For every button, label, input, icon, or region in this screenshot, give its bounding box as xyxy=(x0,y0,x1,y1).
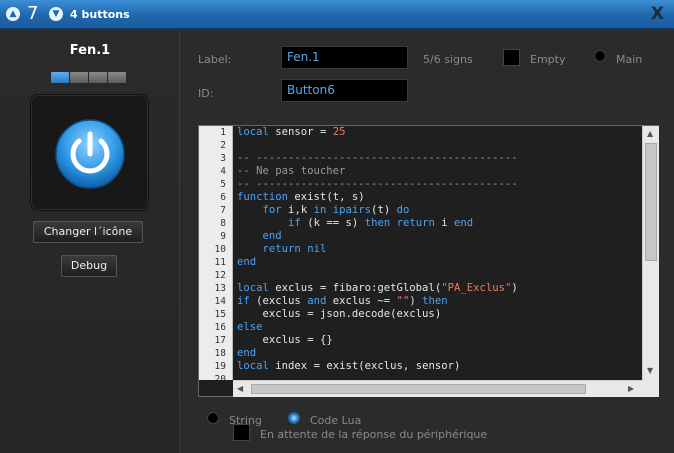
window-title: 4 buttons xyxy=(70,8,130,21)
horizontal-scrollbar[interactable]: ◀ ▶ xyxy=(233,380,642,397)
state-segment xyxy=(70,72,88,83)
code-editor[interactable]: 123456789101112131415161718192021 local … xyxy=(198,125,659,397)
code-line[interactable]: end xyxy=(237,230,640,243)
code-line[interactable]: -- Ne pas toucher xyxy=(237,165,640,178)
code-line[interactable]: if (exclus and exclus ~= "") then xyxy=(237,295,640,308)
code-line[interactable] xyxy=(237,373,640,380)
waiting-checkbox[interactable] xyxy=(233,424,250,441)
device-icon-frame xyxy=(30,94,149,211)
state-segment xyxy=(89,72,107,83)
line-number: 6 xyxy=(220,192,226,203)
code-line[interactable]: -- -------------------------------------… xyxy=(237,152,640,165)
scrollbar-corner xyxy=(642,380,659,397)
empty-label: Empty xyxy=(530,53,566,66)
code-line[interactable]: function exist(t, s) xyxy=(237,191,640,204)
line-number: 7 xyxy=(220,205,226,216)
line-number: 19 xyxy=(214,361,226,372)
chevron-up-icon[interactable]: ▲ xyxy=(6,7,20,21)
line-number: 17 xyxy=(214,335,226,346)
code-line[interactable]: return nil xyxy=(237,243,640,256)
code-line[interactable]: local exclus = fibaro:getGlobal("PA_Excl… xyxy=(237,282,640,295)
scroll-right-icon[interactable]: ▶ xyxy=(628,384,634,394)
scroll-up-icon[interactable]: ▲ xyxy=(647,129,653,139)
state-segment xyxy=(108,72,126,83)
horizontal-scroll-thumb[interactable] xyxy=(251,384,586,394)
device-panel: Fen.1 Changer l´icône Debug xyxy=(0,30,180,453)
line-number: 11 xyxy=(214,257,226,268)
change-icon-button[interactable]: Changer l´icône xyxy=(33,221,143,243)
code-line[interactable]: local index = exist(exclus, sensor) xyxy=(237,360,640,373)
line-number: 20 xyxy=(214,374,226,380)
code-line[interactable]: end xyxy=(237,256,640,269)
code-line[interactable]: exclus = json.decode(exclus) xyxy=(237,308,640,321)
char-count: 5/6 signs xyxy=(423,53,473,66)
vertical-scroll-thumb[interactable] xyxy=(645,143,657,261)
code-text-area[interactable]: local sensor = 25 -- -------------------… xyxy=(237,126,640,380)
line-number: 14 xyxy=(214,296,226,307)
main-label: Main xyxy=(616,53,643,66)
line-number: 5 xyxy=(220,179,226,190)
line-number: 2 xyxy=(220,140,226,151)
debug-button[interactable]: Debug xyxy=(61,255,117,277)
power-icon xyxy=(55,119,125,189)
close-icon[interactable]: X xyxy=(651,4,664,24)
window-number: 7 xyxy=(27,3,39,24)
line-number: 9 xyxy=(220,231,226,242)
state-segment xyxy=(51,72,69,83)
chevron-down-icon[interactable]: ▼ xyxy=(49,7,63,21)
code-line[interactable]: else xyxy=(237,321,640,334)
code-line[interactable]: for i,k in ipairs(t) do xyxy=(237,204,640,217)
code-line[interactable]: local sensor = 25 xyxy=(237,126,640,139)
line-number: 1 xyxy=(220,127,226,138)
line-number: 12 xyxy=(214,270,226,281)
waiting-label: En attente de la réponse du périphérique xyxy=(260,428,488,441)
line-number: 3 xyxy=(220,153,226,164)
code-line[interactable] xyxy=(237,269,640,282)
main-radio[interactable] xyxy=(594,50,606,62)
id-caption: ID: xyxy=(198,87,214,100)
code-line[interactable]: -- -------------------------------------… xyxy=(237,178,640,191)
string-radio[interactable] xyxy=(207,412,219,424)
id-input[interactable]: Button6 xyxy=(281,79,408,102)
line-number: 10 xyxy=(214,244,226,255)
window-titlebar: ▲ 7 ▼ 4 buttons X xyxy=(0,0,674,29)
vertical-scrollbar[interactable]: ▲ ▼ xyxy=(642,126,659,380)
lua-code-label: Code Lua xyxy=(310,414,362,427)
lua-code-radio[interactable] xyxy=(288,412,300,424)
label-input[interactable]: Fen.1 xyxy=(281,46,408,69)
code-line[interactable]: if (k == s) then return i end xyxy=(237,217,640,230)
line-number: 15 xyxy=(214,309,226,320)
code-line[interactable]: end xyxy=(237,347,640,360)
line-number: 18 xyxy=(214,348,226,359)
line-number: 13 xyxy=(214,283,226,294)
empty-checkbox[interactable] xyxy=(503,49,520,66)
code-line[interactable]: exclus = {} xyxy=(237,334,640,347)
line-number: 16 xyxy=(214,322,226,333)
scroll-down-icon[interactable]: ▼ xyxy=(647,366,653,376)
scroll-left-icon[interactable]: ◀ xyxy=(237,384,243,394)
state-indicator xyxy=(51,72,126,83)
line-number: 8 xyxy=(220,218,226,229)
code-line[interactable] xyxy=(237,139,640,152)
line-number: 4 xyxy=(220,166,226,177)
label-caption: Label: xyxy=(198,53,232,66)
line-number-gutter: 123456789101112131415161718192021 xyxy=(199,126,233,380)
device-name: Fen.1 xyxy=(69,43,111,58)
